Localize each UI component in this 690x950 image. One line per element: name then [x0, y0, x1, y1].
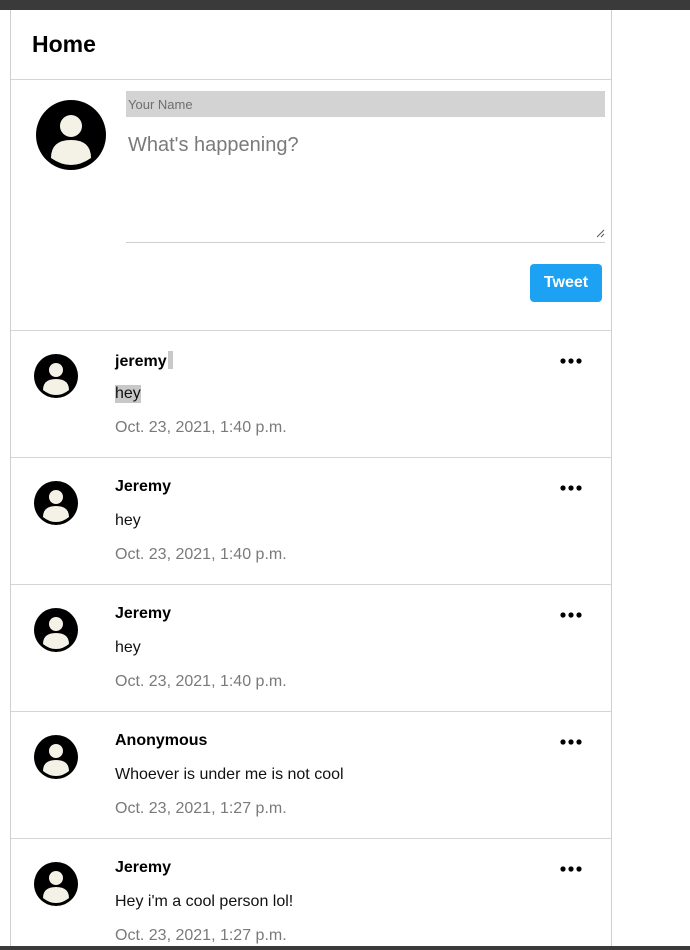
tweet-item: Jeremy Hey i'm a cool person lol! Oct. 2…	[11, 839, 611, 950]
user-avatar-icon	[34, 481, 78, 525]
name-input[interactable]	[126, 91, 605, 117]
tweet-author: Jeremy	[115, 605, 172, 622]
home-feed: Home Tweet jeremy hey Oct. 23, 2021, 1:4…	[10, 10, 612, 950]
tweet-author: jeremy	[115, 351, 173, 371]
tweet-body: Hey i'm a cool person lol!	[115, 893, 294, 910]
browser-top-bar	[0, 0, 690, 10]
tweet-author-name: jeremy	[115, 353, 167, 370]
tweet-text-input[interactable]	[126, 122, 605, 243]
user-avatar-icon	[34, 608, 78, 652]
tweet-author: Jeremy	[115, 859, 172, 876]
resize-grip-icon[interactable]	[595, 228, 605, 238]
text-selection-marker	[167, 351, 173, 369]
user-avatar-icon	[34, 354, 78, 398]
tweet-author: Anonymous	[115, 732, 208, 749]
user-avatar-icon	[36, 100, 106, 170]
tweet-timestamp: Oct. 23, 2021, 1:27 p.m.	[115, 927, 287, 944]
tweet-timestamp: Oct. 23, 2021, 1:40 p.m.	[115, 673, 287, 690]
tweet-author: Jeremy	[115, 478, 172, 495]
more-options-icon[interactable]	[559, 480, 583, 496]
more-options-icon[interactable]	[559, 353, 583, 369]
compose-box: Tweet	[11, 80, 611, 331]
tweet-item: jeremy hey Oct. 23, 2021, 1:40 p.m.	[11, 331, 611, 458]
tweet-button[interactable]: Tweet	[530, 264, 602, 302]
browser-bottom-bar	[0, 946, 690, 950]
tweet-item: Jeremy hey Oct. 23, 2021, 1:40 p.m.	[11, 585, 611, 712]
more-options-icon[interactable]	[559, 734, 583, 750]
tweet-timestamp: Oct. 23, 2021, 1:27 p.m.	[115, 800, 287, 817]
tweet-body: hey	[115, 385, 141, 403]
tweet-timestamp: Oct. 23, 2021, 1:40 p.m.	[115, 419, 287, 436]
tweet-timestamp: Oct. 23, 2021, 1:40 p.m.	[115, 546, 287, 563]
user-avatar-icon	[34, 735, 78, 779]
more-options-icon[interactable]	[559, 607, 583, 623]
tweet-body: hey	[115, 639, 141, 656]
page-title: Home	[32, 31, 96, 57]
tweet-body: hey	[115, 512, 141, 529]
more-options-icon[interactable]	[559, 861, 583, 877]
page-header: Home	[11, 10, 611, 80]
user-avatar-icon	[34, 862, 78, 906]
tweet-item: Anonymous Whoever is under me is not coo…	[11, 712, 611, 839]
tweet-body: Whoever is under me is not cool	[115, 766, 344, 783]
tweet-item: Jeremy hey Oct. 23, 2021, 1:40 p.m.	[11, 458, 611, 585]
